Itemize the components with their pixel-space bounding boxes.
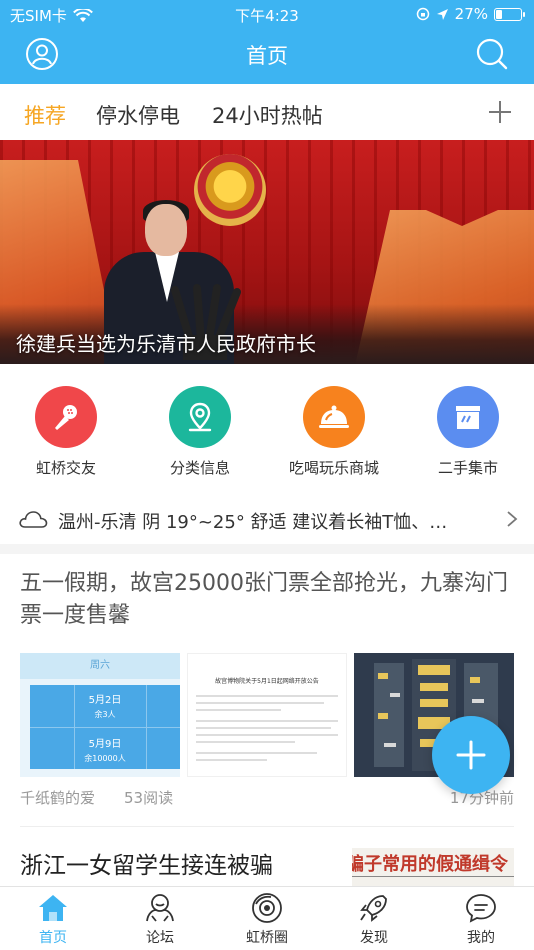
nav-me[interactable]: 我的 [436, 891, 526, 947]
search-button[interactable] [475, 37, 509, 71]
battery-percent: 27% [454, 5, 488, 23]
store-icon [437, 386, 499, 448]
nav-hongqiao-circle[interactable]: 虹桥圈 [222, 891, 312, 947]
home-icon [39, 895, 67, 921]
battery-icon [494, 7, 525, 21]
chat-bubble-icon [466, 894, 496, 923]
nav-label: 我的 [467, 930, 495, 946]
plus-icon [456, 740, 486, 770]
tab-utility-outage[interactable]: 停水停电 [96, 100, 180, 130]
nav-label: 论坛 [146, 930, 174, 946]
tab-recommended[interactable]: 推荐 [24, 100, 66, 130]
calendar-header: 周六 [20, 653, 180, 679]
shortcut-secondhand[interactable]: 二手集市 [403, 386, 533, 478]
shortcut-label: 二手集市 [437, 459, 498, 477]
nav-label: 首页 [39, 930, 67, 946]
shortcut-label: 分类信息 [169, 459, 230, 477]
nav-discover[interactable]: 发现 [329, 891, 419, 947]
calendar-date: 5月9日 [88, 739, 122, 750]
plus-icon [489, 101, 511, 123]
thumbnail-announcement: 故宫博物院关于5月1日起网络开放公告 [187, 653, 347, 777]
chevron-right-icon [507, 511, 518, 527]
compose-button[interactable] [432, 716, 510, 794]
rocket-icon [360, 895, 387, 922]
section-divider [0, 544, 534, 554]
bottom-navigation: 首页 论坛 虹桥圈 发现 我的 [0, 886, 534, 950]
search-icon [476, 38, 508, 70]
nav-label: 虹桥圈 [246, 930, 288, 946]
shortcut-label: 吃喝玩乐商城 [288, 459, 379, 477]
status-bar: 无SIM卡 下午4:23 27% [0, 0, 534, 28]
speaker-head [145, 204, 187, 256]
calendar-count: 余3人 [94, 710, 116, 719]
calendar-count: 余10000人 [84, 754, 126, 763]
article-reads: 53阅读 [124, 789, 174, 807]
shortcut-label: 虹桥交友 [35, 459, 96, 477]
article-title[interactable]: 浙江一女留学生接连被骗 [20, 846, 273, 880]
thumbnail-headline: 骗子常用的假通缉令 [352, 854, 508, 875]
location-arrow-icon [436, 8, 448, 20]
shortcut-grid: 虹桥交友 分类信息 吃喝玩乐商城 二手集市 [0, 364, 534, 496]
cloud-icon [19, 511, 48, 528]
news-banner[interactable]: 徐建兵当选为乐清市人民政府市长 [0, 140, 534, 364]
nav-home[interactable]: 首页 [8, 891, 98, 947]
weather-text: 温州-乐清 阴 19°~25° 舒适 建议着长袖T恤、… [58, 512, 448, 533]
nav-forum[interactable]: 论坛 [115, 891, 205, 947]
weather-bar[interactable]: 温州-乐清 阴 19°~25° 舒适 建议着长袖T恤、… [0, 496, 534, 544]
divider [20, 826, 514, 827]
shortcut-classifieds[interactable]: 分类信息 [135, 386, 265, 478]
banner-caption: 徐建兵当选为乐清市人民政府市长 [16, 332, 316, 356]
location-pin-icon [169, 386, 231, 448]
top-bar: 无SIM卡 下午4:23 27% 首页 [0, 0, 534, 84]
thumbnail-booking-calendar: 周六 5月2日 余3人 5月9日 余10000人 [20, 653, 180, 777]
announcement-title: 故宫博物院关于5月1日起网络开放公告 [215, 678, 319, 685]
calendar-date: 5月2日 [88, 695, 122, 706]
article-author: 千纸鹤的爱 [20, 789, 96, 807]
rotation-lock-icon [416, 7, 429, 21]
add-tab-button[interactable] [486, 98, 514, 126]
forum-icon [146, 894, 174, 922]
nav-label: 发现 [360, 930, 388, 946]
microphone-icon [35, 386, 97, 448]
category-tabs: 推荐 停水停电 24小时热帖 [0, 84, 534, 140]
page-title: 首页 [246, 44, 288, 68]
article-thumbnail[interactable]: 骗子常用的假通缉令 [352, 848, 514, 888]
shortcut-dating[interactable]: 虹桥交友 [1, 386, 131, 478]
national-emblem [194, 154, 266, 226]
tab-24h-hot[interactable]: 24小时热帖 [212, 100, 323, 130]
food-cloche-icon [303, 386, 365, 448]
article-title[interactable]: 五一假期，故宫25000张门票全部抢光，九寨沟门票一度售馨 [20, 568, 514, 632]
shortcut-mall[interactable]: 吃喝玩乐商城 [269, 386, 399, 478]
circle-icon [252, 893, 282, 923]
